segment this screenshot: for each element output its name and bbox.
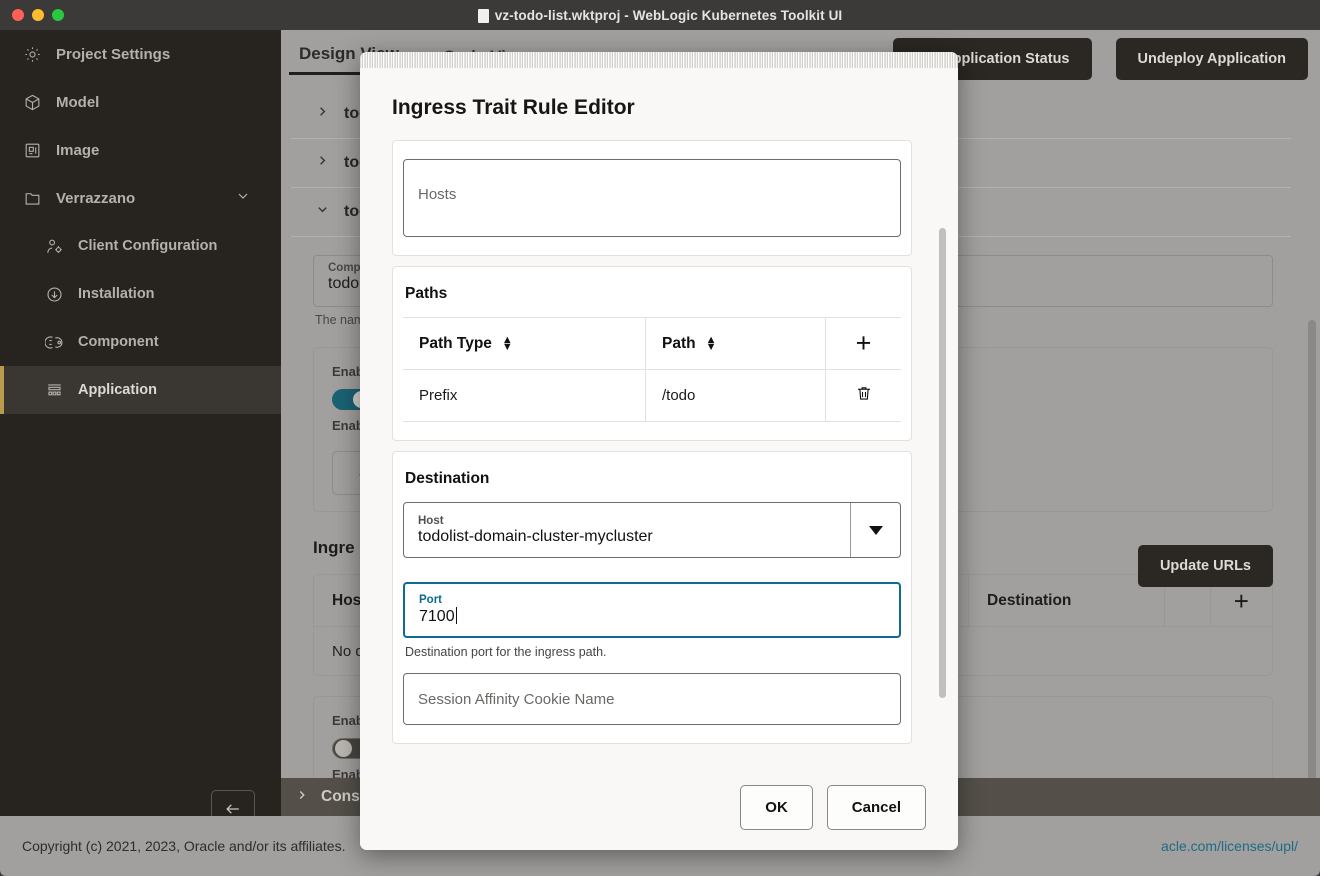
cell-path-type: Prefix (403, 370, 646, 421)
user-gear-icon (44, 236, 64, 256)
component-icon (44, 332, 64, 352)
paths-table: Path Type ▲ ▼ Path ▲ ▼ + Prefix /todo (403, 317, 901, 422)
app-window: vz-todo-list.wktproj - WebLogic Kubernet… (0, 0, 1320, 876)
undeploy-application-button[interactable]: Undeploy Application (1115, 38, 1308, 80)
table-row: Prefix /todo (403, 370, 901, 422)
cancel-button[interactable]: Cancel (826, 784, 926, 830)
sidebar-item-label: Component (78, 334, 159, 350)
window-traffic-lights[interactable] (12, 9, 64, 21)
cube-icon (22, 92, 42, 112)
copyright-text: Copyright (c) 2021, 2023, Oracle and/or … (22, 838, 346, 854)
sidebar-item-client-configuration[interactable]: Client Configuration (0, 222, 281, 270)
dialog-scrollbar-thumb[interactable] (939, 228, 946, 698)
session-affinity-placeholder: Session Affinity Cookie Name (418, 690, 615, 708)
sidebar-item-image[interactable]: Image (0, 126, 281, 174)
column-header-path-label: Path (662, 334, 696, 352)
paths-header-row: Path Type ▲ ▼ Path ▲ ▼ + (403, 318, 901, 370)
host-select[interactable]: Host todolist-domain-cluster-mycluster (403, 502, 901, 558)
paths-title: Paths (405, 285, 448, 302)
chevron-down-icon[interactable] (235, 188, 251, 208)
document-icon (477, 9, 489, 23)
port-hint: Destination port for the ingress path. (405, 645, 607, 659)
sidebar-item-label: Verrazzano (56, 189, 136, 207)
sidebar-item-label: Installation (78, 286, 155, 302)
hosts-placeholder: Hosts (418, 186, 457, 203)
column-header-path-type-label: Path Type (419, 334, 492, 352)
update-urls-button[interactable]: Update URLs (1137, 545, 1273, 587)
delete-path-button[interactable] (826, 370, 901, 421)
update-urls-wrap: Update URLs (1137, 545, 1273, 587)
plus-icon: + (1233, 585, 1249, 616)
close-window-button[interactable] (12, 9, 24, 21)
port-value-wrap: 7100 (419, 607, 885, 626)
ingress-trait-rule-editor-dialog: Ingress Trait Rule Editor Hosts Paths Pa… (360, 52, 958, 850)
host-label: Host (418, 514, 444, 527)
cell-path-value: /todo (662, 387, 696, 404)
sidebar-item-application[interactable]: Application (0, 366, 281, 414)
trash-icon (855, 383, 873, 408)
destination-title: Destination (405, 470, 490, 487)
sidebar-item-installation[interactable]: Installation (0, 270, 281, 318)
chevron-right-icon (315, 153, 330, 173)
maximize-window-button[interactable] (52, 9, 64, 21)
session-affinity-cookie-name-input[interactable]: Session Affinity Cookie Name (403, 673, 901, 725)
sort-icon[interactable]: ▲ ▼ (706, 335, 717, 352)
window-titlebar: vz-todo-list.wktproj - WebLogic Kubernet… (0, 0, 1320, 30)
cell-path: /todo (646, 370, 826, 421)
hosts-card: Hosts (392, 140, 912, 256)
minimize-window-button[interactable] (32, 9, 44, 21)
port-input[interactable]: Port 7100 (403, 582, 901, 638)
text-cursor (455, 607, 457, 624)
chevron-right-icon (315, 104, 330, 124)
sort-icon[interactable]: ▲ ▼ (502, 335, 513, 352)
hosts-input[interactable]: Hosts (403, 159, 901, 237)
ok-button[interactable]: OK (740, 784, 813, 830)
window-title-text: vz-todo-list.wktproj - WebLogic Kubernet… (494, 7, 843, 23)
sidebar-item-label: Model (56, 93, 100, 111)
column-header-path-type[interactable]: Path Type ▲ ▼ (403, 318, 646, 369)
sidebar-item-project-settings[interactable]: Project Settings (0, 30, 281, 78)
sidebar-item-component[interactable]: Component (0, 318, 281, 366)
folder-icon (22, 188, 42, 208)
column-header-path[interactable]: Path ▲ ▼ (646, 318, 826, 369)
download-circle-icon (44, 284, 64, 304)
sidebar: Project Settings Model Image Verrazzano (0, 30, 281, 832)
port-value: 7100 (419, 608, 455, 625)
cell-path-type-value: Prefix (419, 387, 458, 404)
chevron-down-icon (315, 202, 330, 222)
license-link[interactable]: acle.com/licenses/upl/ (1161, 838, 1298, 854)
sidebar-item-label: Application (78, 382, 157, 398)
gear-icon (22, 44, 42, 64)
dialog-body: Hosts Paths Path Type ▲ ▼ Path ▲ ▼ + Pre… (360, 140, 958, 764)
chevron-down-icon[interactable] (850, 503, 900, 557)
application-icon (44, 380, 64, 400)
sidebar-item-model[interactable]: Model (0, 78, 281, 126)
image-icon (22, 140, 42, 160)
window-title: vz-todo-list.wktproj - WebLogic Kubernet… (0, 8, 1320, 23)
destination-card: Destination Host todolist-domain-cluster… (392, 451, 912, 744)
host-value: todolist-domain-cluster-mycluster (418, 527, 653, 545)
dialog-drag-handle[interactable] (360, 52, 958, 68)
dialog-footer: OK Cancel (360, 764, 958, 850)
port-label: Port (419, 594, 442, 606)
column-header-destination[interactable]: Destination (969, 575, 1165, 626)
chevron-right-icon (295, 788, 309, 807)
sidebar-item-label: Client Configuration (78, 238, 218, 254)
add-path-button[interactable]: + (826, 318, 901, 369)
paths-card: Paths Path Type ▲ ▼ Path ▲ ▼ + Prefix /t… (392, 266, 912, 441)
dialog-title: Ingress Trait Rule Editor (392, 96, 635, 119)
plus-icon: + (855, 328, 872, 358)
sidebar-item-label: Project Settings (56, 45, 171, 63)
sidebar-item-verrazzano[interactable]: Verrazzano (0, 174, 281, 222)
main-scrollbar[interactable] (1308, 320, 1316, 800)
sidebar-item-label: Image (56, 141, 100, 159)
